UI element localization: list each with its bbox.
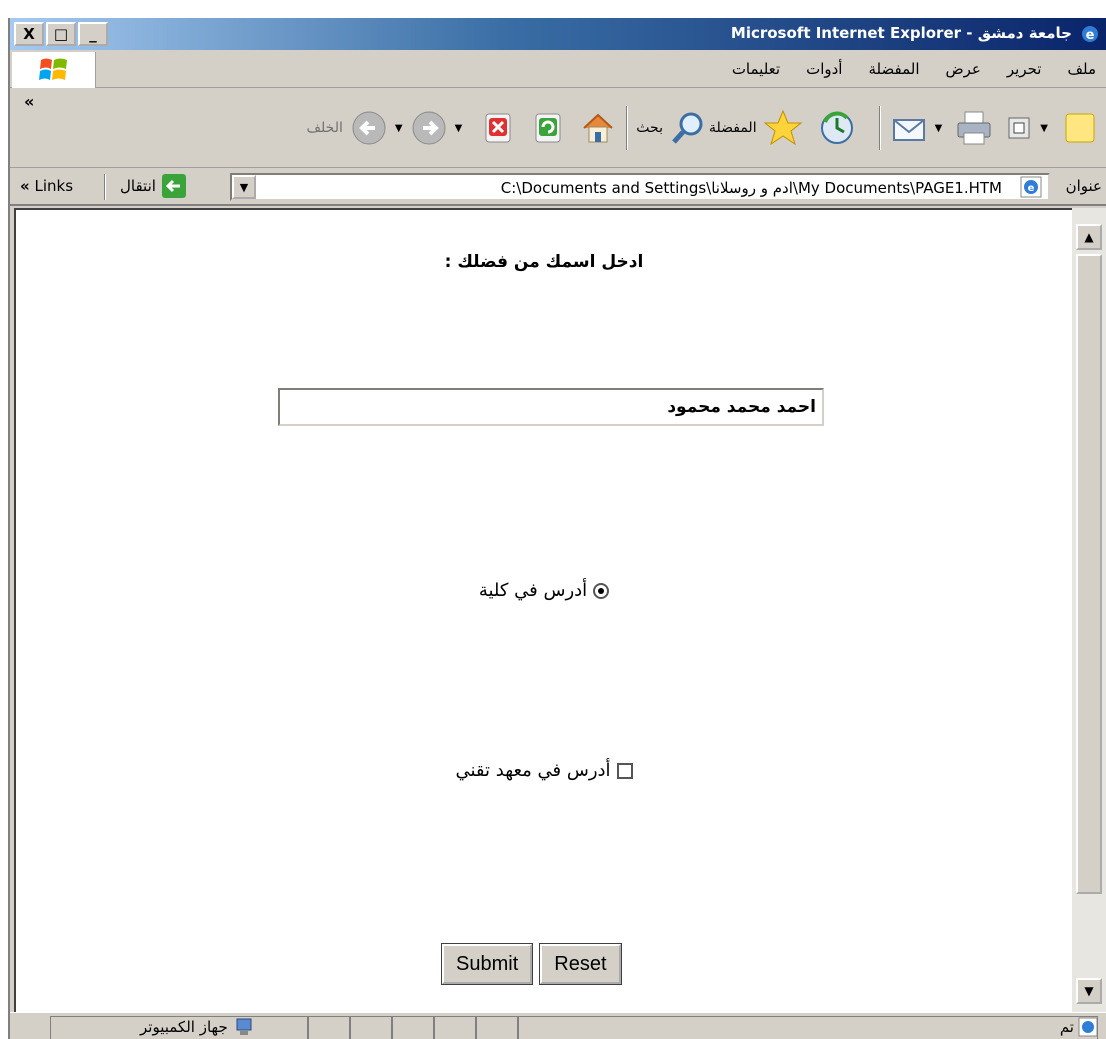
address-field[interactable]: e C:\Documents and Settings\ادم و روسلان… xyxy=(230,173,1050,201)
status-pane xyxy=(308,1016,350,1039)
print-icon[interactable] xyxy=(954,108,994,148)
menu-items: ملف تحرير عرض المفضلة أدوات تعليمات xyxy=(732,60,1096,78)
menu-tools[interactable]: أدوات xyxy=(806,60,842,78)
toolbar: « الخلف ▼ ▼ بحث المفضلة ▼ ▼ xyxy=(10,90,1106,168)
forward-arrow-icon[interactable] xyxy=(409,108,449,148)
go-arrow-icon xyxy=(161,174,186,198)
mail-dropdown-icon[interactable]: ▼ xyxy=(935,123,943,134)
search-label: بحث xyxy=(636,120,663,136)
vertical-scrollbar[interactable]: ▲ ▼ xyxy=(1072,208,1106,1012)
go-button[interactable]: انتقال xyxy=(120,174,186,198)
favorites-label: المفضلة xyxy=(708,120,757,136)
security-zone: جهاز الكمبيوتر xyxy=(140,1017,254,1037)
reset-button[interactable]: Reset xyxy=(539,943,622,985)
form-buttons: Submit Reset xyxy=(440,943,622,985)
svg-text:e: e xyxy=(1086,28,1095,43)
stop-icon[interactable] xyxy=(478,108,518,148)
menu-favorites[interactable]: المفضلة xyxy=(868,60,919,78)
scroll-up-icon[interactable]: ▲ xyxy=(1076,224,1102,250)
links-label: Links xyxy=(34,177,74,195)
menu-file[interactable]: ملف xyxy=(1067,60,1096,78)
close-button[interactable]: X xyxy=(14,22,44,46)
links-button[interactable]: « Links xyxy=(20,177,73,195)
name-input[interactable] xyxy=(278,388,824,426)
scroll-thumb[interactable] xyxy=(1076,254,1102,894)
forward-dropdown-icon[interactable]: ▼ xyxy=(455,123,463,134)
address-dropdown-icon[interactable]: ▼ xyxy=(232,175,256,199)
svg-text:e: e xyxy=(1028,183,1035,194)
status-pane xyxy=(476,1016,518,1039)
maximize-button[interactable]: □ xyxy=(46,22,76,46)
toolbar-separator xyxy=(626,106,629,150)
college-option[interactable]: أدرس في كلية xyxy=(16,580,1072,601)
submit-button[interactable]: Submit xyxy=(440,943,534,985)
browser-window: X □ _ جامعة دمشق - Microsoft Internet Ex… xyxy=(8,18,1106,1039)
status-bar: تم جهاز الكمبيوتر xyxy=(10,1012,1106,1039)
windows-logo-icon xyxy=(12,52,96,88)
mail-icon[interactable] xyxy=(889,108,929,148)
radio-selected-dot xyxy=(598,587,605,594)
address-url: C:\Documents and Settings\ادم و روسلانا\… xyxy=(500,179,1002,197)
status-pane xyxy=(434,1016,476,1039)
college-radio-label: أدرس في كلية xyxy=(478,580,588,601)
toolbar-chevron-icon[interactable]: « xyxy=(24,92,34,111)
favorites-star-icon xyxy=(763,109,803,146)
status-pane xyxy=(392,1016,434,1039)
status-pane-main xyxy=(518,1016,1098,1039)
status-pane xyxy=(350,1016,392,1039)
institute-checkbox-label: أدرس في معهد تقني xyxy=(455,760,611,781)
links-chevron-icon: « xyxy=(20,177,30,195)
zone-label: جهاز الكمبيوتر xyxy=(140,1018,228,1036)
window-controls: X □ _ xyxy=(14,22,108,46)
edit-icon[interactable] xyxy=(1004,108,1034,148)
internet-explorer-icon: e xyxy=(1082,26,1098,43)
toolbar-nav-group: الخلف ▼ ▼ بحث المفضلة ▼ ▼ xyxy=(307,100,1100,156)
college-radio[interactable] xyxy=(593,582,610,599)
refresh-icon[interactable] xyxy=(528,108,568,148)
go-label: انتقال xyxy=(120,177,156,195)
links-separator xyxy=(104,174,106,200)
search-icon xyxy=(672,112,703,144)
address-label: عنوان xyxy=(1065,177,1102,195)
home-icon[interactable] xyxy=(578,108,618,148)
institute-checkbox[interactable] xyxy=(616,762,633,779)
back-dropdown-icon[interactable]: ▼ xyxy=(395,123,403,134)
page-content: ادخل اسمك من فضلك : أدرس في كلية أدرس في… xyxy=(14,208,1072,1012)
scroll-down-icon[interactable]: ▼ xyxy=(1076,978,1102,1004)
edit-dropdown-icon[interactable]: ▼ xyxy=(1040,123,1048,134)
title-bar: X □ _ جامعة دمشق - Microsoft Internet Ex… xyxy=(10,18,1106,50)
search-button[interactable]: بحث xyxy=(636,108,709,148)
minimize-button[interactable]: _ xyxy=(78,22,108,46)
name-prompt: ادخل اسمك من فضلك : xyxy=(444,252,644,272)
back-label: الخلف xyxy=(306,120,343,136)
computer-icon xyxy=(236,1018,252,1035)
back-arrow-icon xyxy=(352,111,386,145)
window-title: جامعة دمشق - Microsoft Internet Explorer xyxy=(730,24,1072,42)
menu-help[interactable]: تعليمات xyxy=(732,60,780,78)
favorites-button[interactable]: المفضلة xyxy=(709,108,803,148)
history-icon[interactable] xyxy=(817,108,857,148)
menu-edit[interactable]: تحرير xyxy=(1007,60,1042,78)
institute-option[interactable]: أدرس في معهد تقني xyxy=(16,760,1072,781)
address-bar: عنوان e C:\Documents and Settings\ادم و … xyxy=(10,168,1106,206)
toolbar-separator xyxy=(878,106,881,150)
notes-icon[interactable] xyxy=(1060,108,1100,148)
menu-view[interactable]: عرض xyxy=(946,60,981,78)
page-ie-icon: e xyxy=(1020,176,1042,198)
menu-bar: ملف تحرير عرض المفضلة أدوات تعليمات xyxy=(10,52,1106,88)
back-button[interactable]: الخلف xyxy=(307,108,389,148)
